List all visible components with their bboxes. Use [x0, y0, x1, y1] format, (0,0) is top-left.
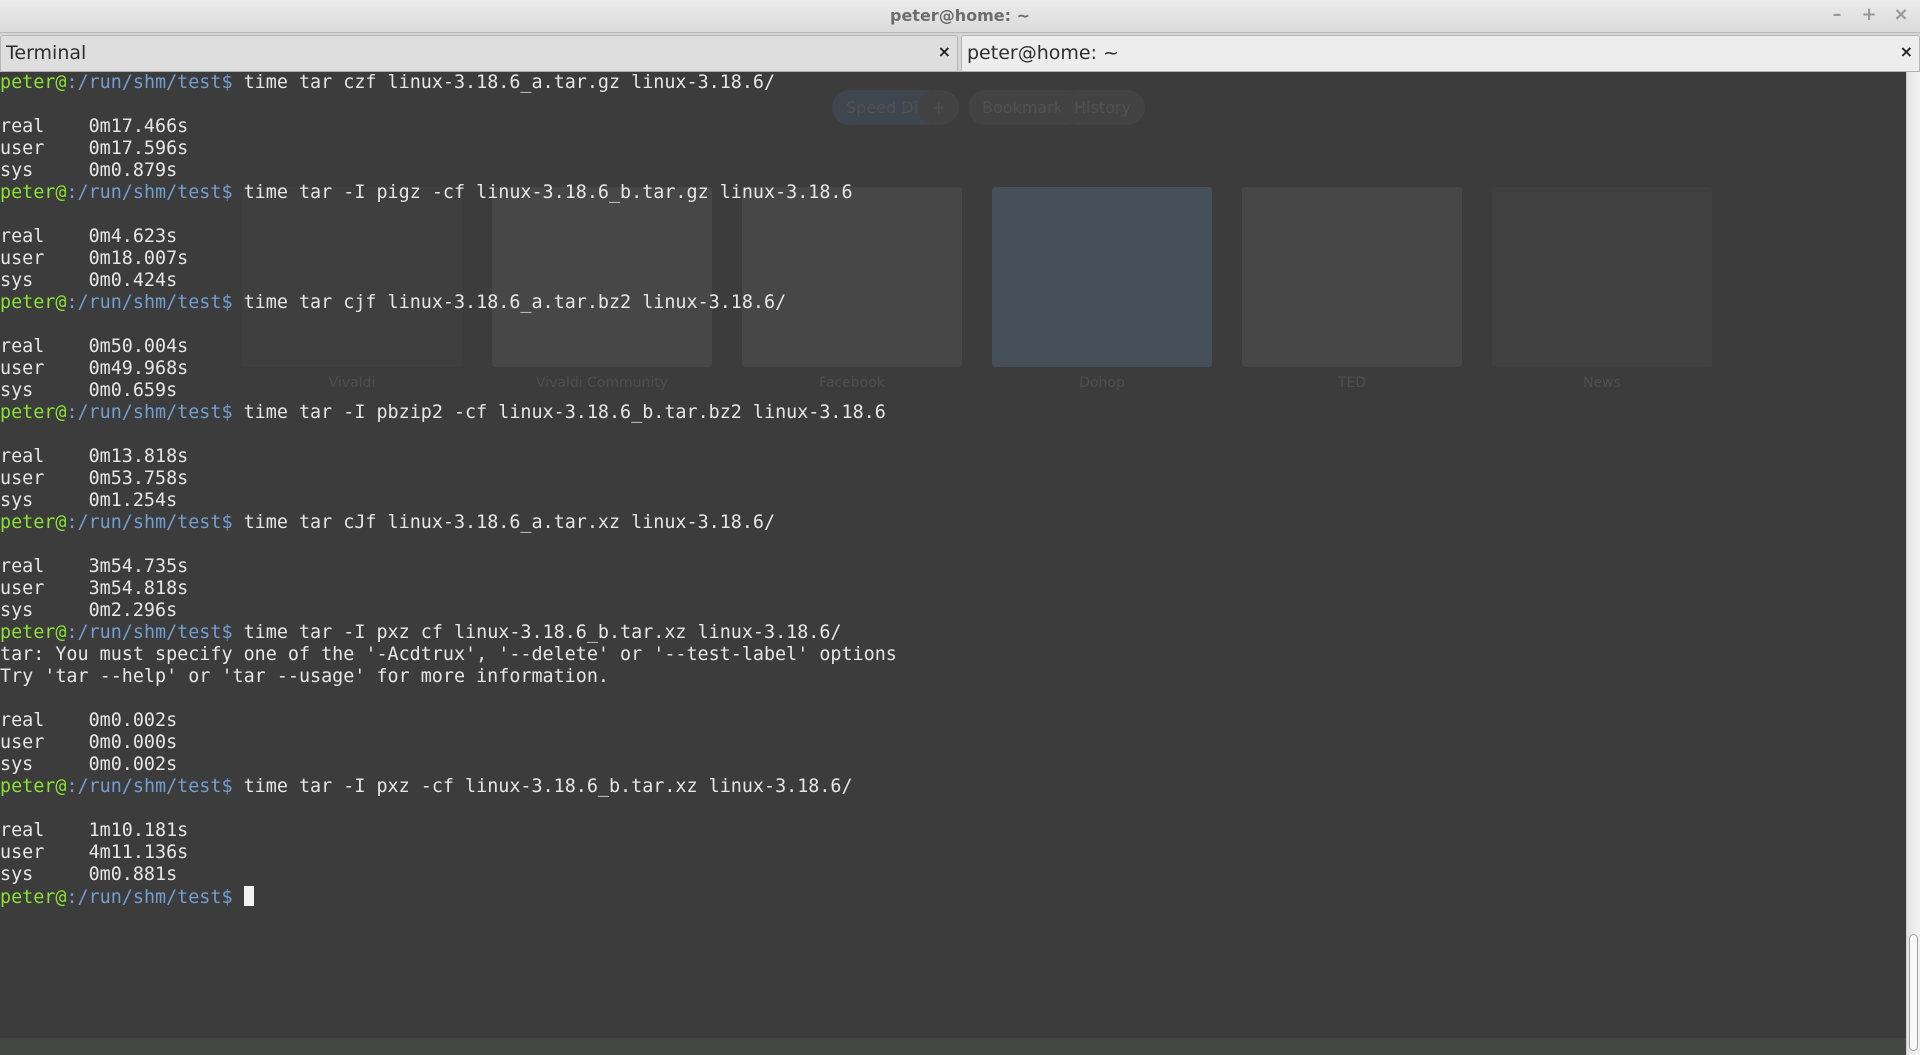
output-line: user 0m17.596s — [0, 138, 189, 159]
prompt-symbol: $ — [221, 622, 244, 643]
command-text: time tar -I pigz -cf linux-3.18.6_b.tar.… — [243, 182, 853, 203]
command-text: time tar cJf linux-3.18.6_a.tar.xz linux… — [243, 512, 776, 533]
command-text: time tar czf linux-3.18.6_a.tar.gz linux… — [243, 72, 776, 93]
output-line: sys 0m0.002s — [0, 754, 178, 775]
output-line: sys 0m0.879s — [0, 160, 178, 181]
output-line: sys 0m1.254s — [0, 490, 178, 511]
prompt-user: peter@ — [0, 72, 67, 93]
minimize-button[interactable]: – — [1828, 4, 1846, 26]
tab-label: Terminal — [6, 42, 87, 64]
output-line: user 4m11.136s — [0, 842, 189, 863]
command-text: time tar cjf linux-3.18.6_a.tar.bz2 linu… — [243, 292, 787, 313]
prompt-line: peter@:/run/shm/test$ time tar -I pigz -… — [0, 182, 1906, 204]
prompt-user: peter@ — [0, 622, 67, 643]
text-cursor[interactable] — [243, 886, 254, 906]
prompt-separator: : — [66, 72, 78, 93]
scrollbar-thumb[interactable] — [1909, 934, 1918, 1051]
output-line: Try 'tar --help' or 'tar --usage' for mo… — [0, 666, 609, 687]
prompt-user: peter@ — [0, 887, 67, 908]
prompt-symbol: $ — [221, 887, 244, 908]
prompt-separator: : — [66, 402, 78, 423]
command-text: time tar -I pbzip2 -cf linux-3.18.6_b.ta… — [243, 402, 886, 423]
tab-label: peter@home: ~ — [967, 42, 1119, 64]
prompt-path: /run/shm/test — [77, 887, 222, 908]
window-titlebar[interactable]: peter@home: ~ – + × — [0, 0, 1920, 33]
maximize-button[interactable]: + — [1860, 4, 1878, 26]
prompt-symbol: $ — [221, 182, 244, 203]
output-line: sys 0m0.424s — [0, 270, 178, 291]
prompt-separator: : — [66, 887, 78, 908]
prompt-path: /run/shm/test — [77, 72, 222, 93]
prompt-path: /run/shm/test — [77, 292, 222, 313]
prompt-path: /run/shm/test — [77, 622, 222, 643]
prompt-user: peter@ — [0, 292, 67, 313]
prompt-separator: : — [66, 622, 78, 643]
terminal-scrollbar[interactable] — [1906, 72, 1920, 1055]
tab-peter-home[interactable]: peter@home: ~ × — [961, 35, 1920, 71]
window-title: peter@home: ~ — [890, 6, 1030, 25]
prompt-path: /run/shm/test — [77, 182, 222, 203]
command-text: time tar -I pxz -cf linux-3.18.6_b.tar.x… — [243, 776, 853, 797]
output-line: real 3m54.735s — [0, 556, 189, 577]
prompt-separator: : — [66, 776, 78, 797]
prompt-path: /run/shm/test — [77, 402, 222, 423]
output-line: real 0m13.818s — [0, 446, 189, 467]
prompt-symbol: $ — [221, 292, 244, 313]
prompt-user: peter@ — [0, 776, 67, 797]
prompt-line: peter@:/run/shm/test$ time tar -I pxz -c… — [0, 776, 1906, 798]
prompt-symbol: $ — [221, 72, 244, 93]
prompt-separator: : — [66, 512, 78, 533]
output-line: sys 0m0.881s — [0, 864, 178, 885]
close-tab-icon[interactable]: × — [938, 42, 951, 61]
command-text: time tar -I pxz cf linux-3.18.6_b.tar.xz… — [243, 622, 842, 643]
prompt-line: peter@:/run/shm/test$ time tar -I pbzip2… — [0, 402, 1906, 424]
output-line: tar: You must specify one of the '-Acdtr… — [0, 644, 897, 665]
prompt-symbol: $ — [221, 776, 244, 797]
prompt-symbol: $ — [221, 512, 244, 533]
prompt-line: peter@:/run/shm/test$ time tar cjf linux… — [0, 292, 1906, 314]
output-line: sys 0m0.659s — [0, 380, 178, 401]
output-line: real 0m50.004s — [0, 336, 189, 357]
prompt-separator: : — [66, 292, 78, 313]
output-line: real 1m10.181s — [0, 820, 189, 841]
terminal-lines: peter@:/run/shm/test$ time tar czf linux… — [0, 72, 1906, 908]
prompt-user: peter@ — [0, 402, 67, 423]
tab-bar: Terminal × peter@home: ~ × — [0, 33, 1920, 72]
prompt-path: /run/shm/test — [77, 512, 222, 533]
output-line: user 3m54.818s — [0, 578, 189, 599]
prompt-user: peter@ — [0, 182, 67, 203]
prompt-line: peter@:/run/shm/test$ — [0, 886, 1906, 908]
terminal-output[interactable]: peter@:/run/shm/test$ time tar czf linux… — [0, 72, 1906, 1055]
output-line: user 0m53.758s — [0, 468, 189, 489]
output-line: real 0m17.466s — [0, 116, 189, 137]
tab-terminal[interactable]: Terminal × — [0, 35, 958, 71]
window-controls: – + × — [1828, 4, 1910, 26]
prompt-line: peter@:/run/shm/test$ time tar -I pxz cf… — [0, 622, 1906, 644]
prompt-symbol: $ — [221, 402, 244, 423]
output-line: sys 0m2.296s — [0, 600, 178, 621]
output-line: real 0m0.002s — [0, 710, 178, 731]
prompt-line: peter@:/run/shm/test$ time tar czf linux… — [0, 72, 1906, 94]
prompt-user: peter@ — [0, 512, 67, 533]
output-line: user 0m0.000s — [0, 732, 178, 753]
output-line: user 0m18.007s — [0, 248, 189, 269]
prompt-path: /run/shm/test — [77, 776, 222, 797]
output-line: real 0m4.623s — [0, 226, 178, 247]
close-window-button[interactable]: × — [1892, 4, 1910, 26]
output-line: user 0m49.968s — [0, 358, 189, 379]
close-tab-icon[interactable]: × — [1900, 42, 1913, 61]
prompt-separator: : — [66, 182, 78, 203]
prompt-line: peter@:/run/shm/test$ time tar cJf linux… — [0, 512, 1906, 534]
